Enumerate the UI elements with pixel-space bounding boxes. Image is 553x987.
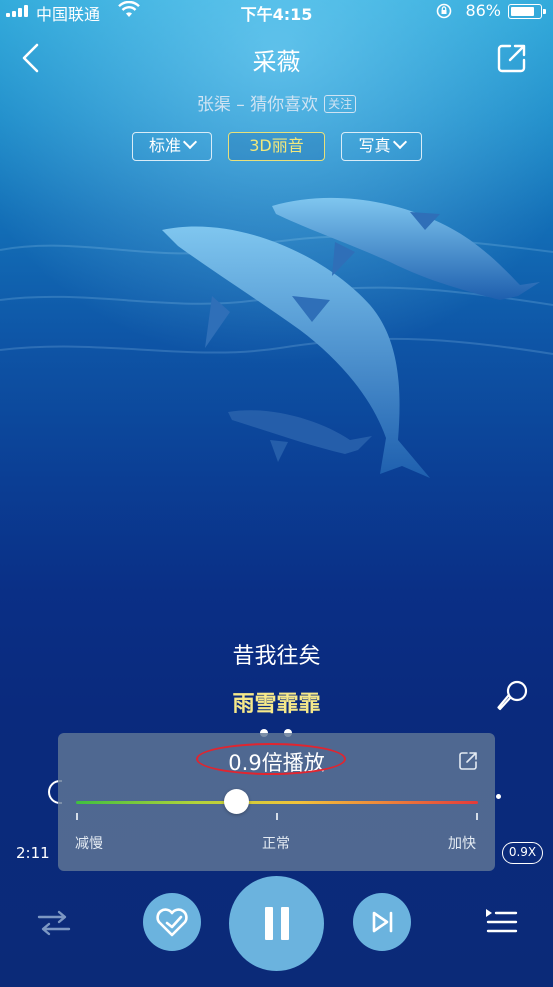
slider-tick [76, 813, 78, 820]
photo-label: 写真 [358, 136, 391, 155]
slider-tick [276, 813, 278, 820]
heart-icon [156, 908, 188, 937]
skip-next-icon [372, 911, 393, 933]
follow-button[interactable]: 关注 [324, 95, 357, 113]
artist-name[interactable]: 张渠 – 猜你喜欢 [197, 95, 318, 115]
speed-slider-track[interactable] [76, 801, 478, 804]
slider-tick [476, 813, 478, 820]
hidden-control [496, 794, 501, 799]
speed-slider-handle[interactable] [224, 789, 250, 814]
current-lyric-line[interactable]: 雨雪霏霏 [0, 686, 553, 718]
chevron-down-icon [182, 134, 198, 150]
favorite-button[interactable] [143, 893, 201, 951]
battery-percent: 86% [465, 1, 501, 20]
chevron-down-icon [392, 134, 407, 150]
external-link-icon[interactable] [458, 751, 478, 771]
status-bar: 中国联通 下午4:15 86% [0, 0, 553, 24]
song-title: 采薇 [252, 48, 301, 76]
playback-speed-panel: 0.9倍播放 减慢 正常 加快 [58, 733, 495, 871]
battery-icon [508, 4, 546, 19]
speed-label-slow: 减慢 [75, 836, 103, 852]
photo-selector[interactable]: 写真 [341, 132, 422, 161]
share-icon[interactable] [496, 42, 528, 74]
speed-label-fast: 加快 [448, 836, 476, 852]
playback-controls [0, 876, 553, 976]
rotation-lock-icon [436, 3, 452, 19]
artist-row: 张渠 – 猜你喜欢 关注 [0, 90, 553, 115]
quality-label: 标准 [148, 136, 181, 155]
elapsed-time: 2:11 [16, 844, 50, 862]
sound-effect-label: 3D丽音 [249, 136, 304, 155]
speed-label-normal: 正常 [262, 836, 290, 852]
quality-selector[interactable]: 标准 [132, 132, 212, 161]
playlist-icon[interactable] [484, 906, 518, 938]
lyric-line[interactable]: 昔我往矣 [0, 638, 553, 670]
next-track-button[interactable] [353, 893, 411, 951]
repeat-icon[interactable] [36, 908, 72, 938]
sound-effect-button[interactable]: 3D丽音 [228, 132, 325, 161]
microphone-icon[interactable] [494, 678, 530, 714]
pause-button[interactable] [229, 876, 324, 971]
sound-options: 标准 3D丽音 写真 [0, 132, 553, 162]
speed-badge[interactable]: 0.9X [502, 842, 543, 864]
highlight-circle [196, 743, 346, 775]
